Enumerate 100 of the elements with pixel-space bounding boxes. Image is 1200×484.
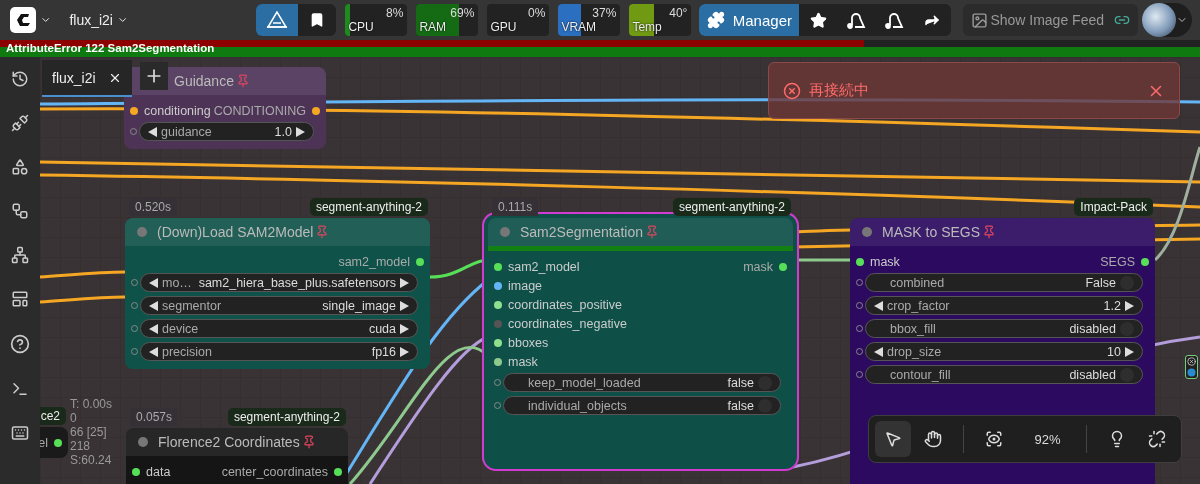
input-socket[interactable] [494,338,502,347]
collapse-dot[interactable] [862,227,872,237]
input-socket[interactable] [856,257,864,266]
output-socket[interactable] [416,257,424,266]
close-icon[interactable] [1187,357,1196,366]
pin-icon [644,225,659,239]
show-image-feed-button[interactable]: Show Image Feed [963,4,1138,36]
monitor-label: CPU [348,20,374,34]
puzzle-icon [706,11,725,29]
decrement-arrow-icon[interactable] [149,277,158,288]
input-socket[interactable] [494,300,502,309]
toggle-widget[interactable]: individual_objects false [503,396,781,415]
template-icon[interactable] [11,290,29,308]
usage-value: 37% [592,6,617,20]
number-widget[interactable]: guidance 1.0 [139,122,314,141]
help-icon[interactable] [10,334,30,354]
increment-arrow-icon[interactable] [400,300,409,311]
zoom-dropdown[interactable]: 92% [1029,421,1069,457]
terminal-icon[interactable] [11,380,29,398]
hand-icon [924,430,942,448]
output-label: sam2_model [338,254,410,269]
decrement-arrow-icon[interactable] [149,346,158,357]
input-socket[interactable] [494,281,502,290]
plug-icon[interactable] [11,114,29,132]
decrement-arrow-icon[interactable] [149,323,158,334]
number-widget[interactable]: drop_size 10 [865,342,1143,361]
combo-widget[interactable]: segmentor single_image [140,296,418,315]
avatar [1142,3,1176,37]
toggle-widget[interactable]: contour_fill disabled [865,365,1143,384]
toggle-widget[interactable]: keep_model_loaded false [503,373,781,392]
combo-widget[interactable]: device cuda [140,319,418,338]
decrement-arrow-icon[interactable] [149,300,158,311]
collapse-dot[interactable] [137,227,147,237]
input-label: sam2_model [508,259,580,274]
unlink-icon [1148,430,1166,448]
collapse-dot[interactable] [500,227,510,237]
workflow-name[interactable]: flux_i2i [69,12,113,28]
manager-button[interactable]: Manager [699,4,800,36]
toggle-widget[interactable]: bbox_fill disabled [865,319,1143,338]
workflow-icon[interactable] [11,202,29,220]
usage-value: 0% [528,6,546,20]
node-source-badge: Impact-Pack [1074,198,1153,216]
increment-arrow-icon[interactable] [400,323,409,334]
circle-icon[interactable] [1187,368,1196,377]
output-socket[interactable] [54,438,62,447]
decrement-arrow-icon[interactable] [148,126,157,137]
image-icon [971,11,989,29]
toggle-widget[interactable]: combined False [865,273,1143,292]
hierarchy-icon[interactable] [11,246,29,264]
output-socket[interactable] [779,262,787,271]
select-tool-button[interactable] [875,421,911,457]
node-source-badge: segment-anything-2 [309,198,428,216]
output-label: center_coordinates [221,464,328,479]
increment-arrow-icon[interactable] [1125,346,1134,357]
input-label: mask [508,354,538,369]
increment-arrow-icon[interactable] [400,346,409,357]
render-stat: 66 [25] [70,425,108,439]
input-label: bboxes [508,335,549,350]
usage-value: 69% [450,6,475,20]
vacuum-icon[interactable] [884,10,905,30]
node-title: (Down)Load SAM2Model [157,224,314,240]
node-source-badge: segment-anything-2 [227,408,346,426]
shapes-icon[interactable] [11,158,29,176]
keyboard-icon[interactable] [11,424,29,442]
input-socket[interactable] [130,106,138,115]
output-socket[interactable] [1141,257,1149,266]
app-logo[interactable] [10,7,36,33]
pin-icon [982,225,997,239]
workflow-tab[interactable]: flux_i2i [42,60,132,97]
user-menu[interactable] [1142,3,1192,37]
input-label: image [508,278,543,293]
output-label: mask [743,259,773,274]
input-socket[interactable] [494,357,502,366]
decrement-arrow-icon[interactable] [874,346,883,357]
monitor-label: GPU [490,20,517,34]
render-stat: S:60.24 [70,453,113,467]
combo-widget[interactable]: mo… sam2_hiera_base_plus.safetensors [140,273,418,292]
increment-arrow-icon[interactable] [296,126,305,137]
node-source-badge: ce2 [40,407,66,425]
combo-widget[interactable]: precision fp16 [140,342,418,361]
usage-value: 8% [386,6,404,20]
collapse-dot[interactable] [138,437,148,447]
node-title: MASK to SEGS [882,224,981,240]
number-widget[interactable]: crop_factor 1.2 [865,296,1143,315]
monitor-label: Temp [632,20,662,34]
output-socket[interactable] [312,106,320,115]
input-label: data [146,464,171,479]
output-socket[interactable] [334,467,342,476]
logo-button[interactable] [256,4,299,36]
input-socket[interactable] [132,467,140,476]
input-socket[interactable] [494,262,502,271]
increment-arrow-icon[interactable] [400,277,409,288]
new-tab-button[interactable] [140,62,168,90]
vacuum-icon[interactable] [846,10,867,30]
history-icon[interactable] [11,70,29,88]
decrement-arrow-icon[interactable] [874,300,883,311]
graph-node[interactable]: Guidance conditioning CONDITIONING guidance 1.0 [124,67,326,149]
increment-arrow-icon[interactable] [1125,300,1134,311]
input-socket[interactable] [494,319,502,328]
pin-icon [301,435,316,449]
